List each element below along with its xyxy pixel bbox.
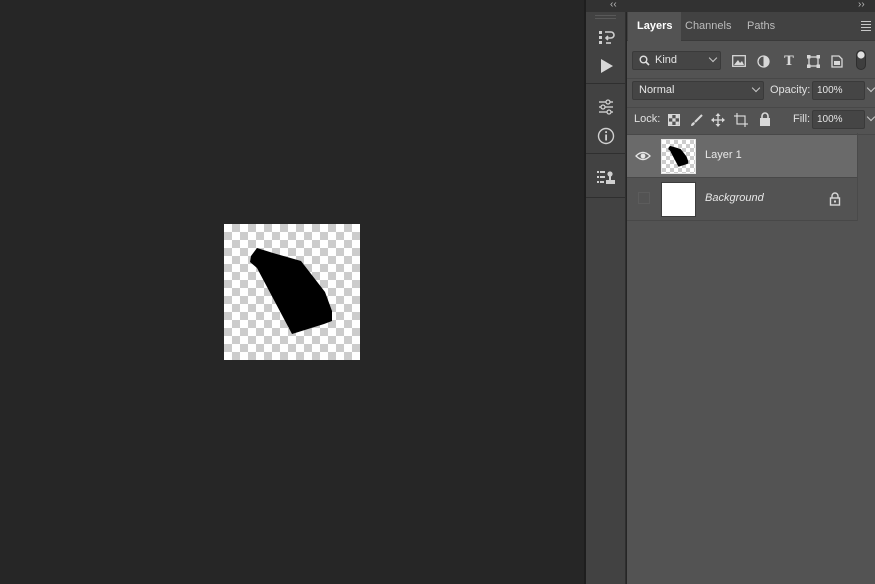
history-icon[interactable] [591, 24, 621, 50]
layer-row-layer-1[interactable]: Layer 1 [627, 135, 857, 177]
chevron-down-icon [866, 83, 875, 93]
layers-panel: Layers Channels Paths Kind T Normal Opac… [627, 12, 875, 584]
adjustments-icon[interactable] [591, 94, 621, 120]
blend-mode-value: Normal [639, 84, 675, 96]
divider [627, 78, 875, 79]
layer-name[interactable]: Layer 1 [705, 149, 742, 161]
chevron-down-icon [708, 53, 718, 63]
lock-pixels-icon[interactable] [688, 112, 704, 128]
panel-menu-icon[interactable] [861, 21, 871, 33]
shape-filter-icon[interactable] [805, 53, 821, 69]
filter-kind-dropdown[interactable]: Kind [632, 51, 721, 70]
chevron-down-icon [751, 83, 761, 93]
strip-divider [586, 197, 626, 198]
layer-row-background[interactable]: Background [627, 178, 857, 220]
fill-label: Fill: [793, 113, 811, 125]
lock-row: Lock: Fill: 100% [627, 110, 875, 130]
layer-thumbnail [661, 139, 696, 174]
strip-grip[interactable] [595, 15, 616, 19]
lock-label: Lock: [634, 113, 661, 125]
layer-name[interactable]: Background [705, 192, 764, 204]
lock-transparency-icon[interactable] [666, 112, 682, 128]
shape-layer-content [250, 248, 332, 334]
divider [627, 107, 875, 108]
lock-all-icon[interactable] [757, 111, 773, 127]
chevron-down-icon [866, 112, 875, 122]
filter-toggle[interactable] [855, 49, 867, 71]
layer-thumbnail [661, 182, 696, 217]
opacity-field[interactable]: 100% [812, 81, 875, 100]
play-icon[interactable] [591, 53, 621, 79]
tab-layers[interactable]: Layers [628, 12, 682, 41]
type-filter-icon[interactable]: T [781, 53, 797, 69]
document-canvas[interactable] [224, 224, 360, 360]
blend-row: Normal Opacity: 100% [627, 81, 875, 101]
opacity-label: Opacity: [770, 84, 811, 96]
canvas-area[interactable] [0, 0, 584, 584]
adjustment-filter-icon[interactable] [755, 53, 771, 69]
eye-icon[interactable] [635, 148, 651, 164]
divider [627, 220, 857, 221]
fill-value: 100% [817, 114, 843, 125]
tab-paths[interactable]: Paths [738, 12, 784, 41]
collapse-left-icon[interactable]: ‹‹ [610, 0, 617, 10]
lock-icon[interactable] [829, 192, 841, 206]
info-icon[interactable] [591, 123, 621, 149]
tab-channels[interactable]: Channels [676, 12, 740, 41]
smart-object-filter-icon[interactable] [829, 53, 845, 69]
opacity-value: 100% [817, 85, 843, 96]
blend-mode-dropdown[interactable]: Normal [632, 81, 764, 100]
panel-collapse-bar [586, 0, 875, 12]
panel-dock-strip [586, 12, 626, 584]
strip-divider [586, 153, 626, 154]
pixel-filter-icon[interactable] [731, 53, 747, 69]
visibility-toggle[interactable] [638, 192, 650, 204]
collapse-right-icon[interactable]: ›› [858, 0, 865, 10]
properties-icon[interactable] [591, 164, 621, 190]
search-icon [639, 55, 650, 66]
panel-tabs: Layers Channels Paths [627, 12, 875, 41]
lock-position-icon[interactable] [710, 112, 726, 128]
strip-divider [586, 83, 626, 84]
lock-artboard-icon[interactable] [733, 112, 749, 128]
filter-kind-label: Kind [655, 54, 678, 66]
filter-row: Kind T [627, 49, 875, 73]
fill-field[interactable]: 100% [812, 110, 875, 129]
layers-scrollbar[interactable] [857, 133, 858, 221]
